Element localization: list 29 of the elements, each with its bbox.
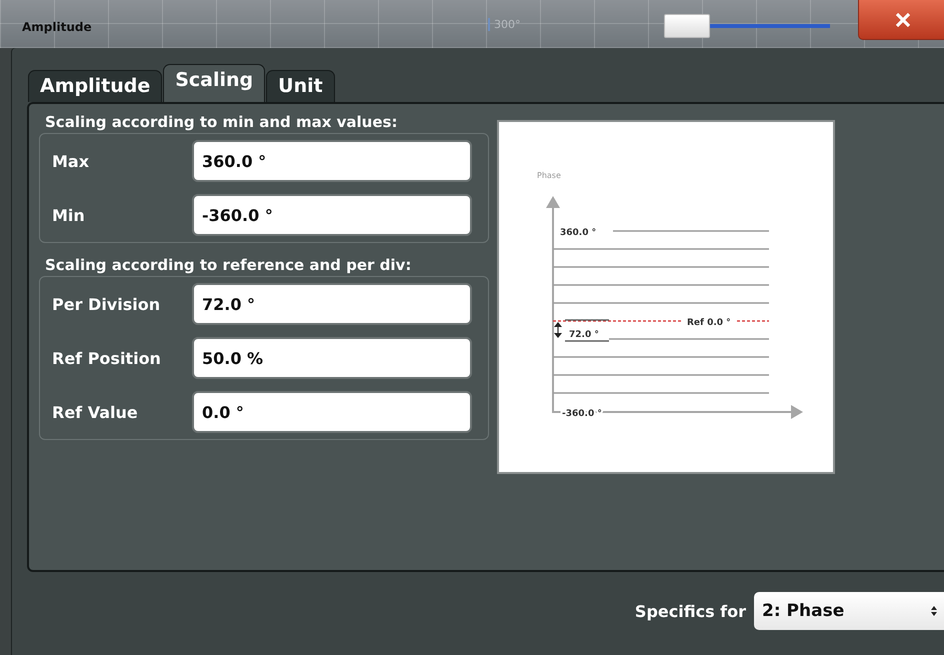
dropdown[interactable]: 2: Phase: [754, 592, 944, 630]
window-title: Amplitude: [22, 20, 92, 34]
scale-label: 360.0 °: [560, 228, 596, 238]
input-field[interactable]: 72.0 °: [192, 283, 472, 325]
close-button[interactable]: [858, 0, 944, 40]
input-field[interactable]: -360.0 °: [192, 194, 472, 236]
axis-label: Phase: [537, 171, 561, 180]
close-icon: [895, 12, 911, 26]
scale-label: -360.0 °: [562, 409, 602, 419]
slider-thumb[interactable]: [664, 14, 710, 38]
tab[interactable]: Scaling: [163, 64, 266, 102]
axis-label: 300°: [488, 18, 520, 31]
tab[interactable]: Unit: [266, 70, 335, 102]
division-label: 72.0 °: [569, 330, 599, 340]
field-label: Ref Position: [52, 348, 162, 368]
field-label: Per Division: [52, 294, 162, 314]
tab[interactable]: Amplitude: [28, 70, 162, 102]
input-field[interactable]: 0.0 °: [192, 391, 472, 433]
input-field[interactable]: 50.0 %: [192, 337, 472, 379]
field-label: Min: [52, 206, 86, 224]
group-heading: Scaling according to min and max values:: [44, 112, 398, 133]
field-label: Max: [52, 152, 90, 170]
input-field[interactable]: 360.0 °: [192, 140, 472, 182]
group-heading: Scaling according to reference and per div:: [44, 255, 412, 276]
dropdown-label: Specifics for: [634, 602, 746, 620]
field-label: Ref Value: [52, 402, 139, 422]
reference-label: Ref 0.0 °: [687, 318, 731, 328]
stepper-icon: [930, 605, 938, 617]
division-arrow: [554, 319, 609, 342]
